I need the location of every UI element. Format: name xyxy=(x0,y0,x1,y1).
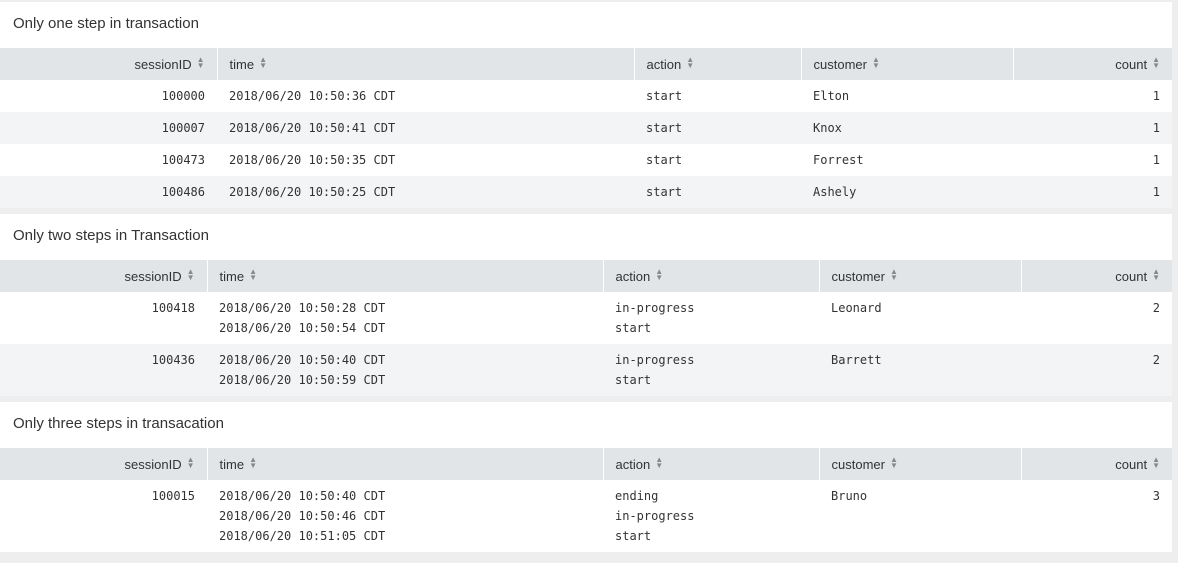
count-cell[interactable]: 2 xyxy=(1033,350,1160,370)
sort-icon[interactable]: ▲ ▼ xyxy=(197,55,205,69)
count-cell[interactable]: 2 xyxy=(1033,298,1160,318)
sessionid-cell[interactable]: 100473 xyxy=(12,150,205,170)
action-cell[interactable]: start xyxy=(615,370,807,390)
count-cell[interactable]: 3 xyxy=(1033,486,1160,506)
action-cell[interactable]: ending xyxy=(615,486,807,506)
sort-icon[interactable]: ▲ ▼ xyxy=(249,455,257,469)
customer-cell[interactable]: Ashely xyxy=(813,182,1001,202)
column-header-action[interactable]: action ▲ ▼ xyxy=(603,260,820,292)
column-header-count[interactable]: count ▲ ▼ xyxy=(1013,48,1172,80)
sessionid-cell[interactable]: 100418 xyxy=(12,298,195,318)
count-cell[interactable]: 1 xyxy=(1025,86,1160,106)
panel-one-step: Only one step in transaction sessionID ▲ ▼… xyxy=(0,2,1172,208)
time-cell[interactable]: 2018/06/20 10:50:25 CDT xyxy=(229,182,622,202)
customer-cell[interactable]: Elton xyxy=(813,86,1001,106)
column-header-action[interactable]: action ▲ ▼ xyxy=(603,448,820,480)
sort-icon[interactable]: ▲ ▼ xyxy=(890,267,898,281)
customer-cell[interactable]: Bruno xyxy=(831,486,1009,506)
action-cell[interactable]: in-progress xyxy=(615,350,807,370)
column-header-time[interactable]: time ▲ ▼ xyxy=(207,260,604,292)
time-cell[interactable]: 2018/06/20 10:50:54 CDT xyxy=(219,318,591,338)
sort-icon[interactable]: ▲ ▼ xyxy=(259,55,267,69)
action-cell[interactable]: start xyxy=(646,182,789,202)
customer-cell[interactable]: Leonard xyxy=(831,298,1009,318)
column-header-customer[interactable]: customer ▲ ▼ xyxy=(819,448,1022,480)
panel-title: Only three steps in transacation xyxy=(13,415,224,432)
time-cell[interactable]: 2018/06/20 10:50:41 CDT xyxy=(229,118,622,138)
customer-cell[interactable]: Knox xyxy=(813,118,1001,138)
results-table: sessionID ▲ ▼ time ▲ ▼ action ▲ ▼ customer ▲ ▼ c… xyxy=(0,260,1172,396)
sort-icon[interactable]: ▲ ▼ xyxy=(1152,267,1160,281)
results-table: sessionID ▲ ▼ time ▲ ▼ action ▲ ▼ customer ▲ ▼ c… xyxy=(0,448,1172,552)
count-cell[interactable]: 1 xyxy=(1025,150,1160,170)
sort-icon[interactable]: ▲ ▼ xyxy=(1152,55,1160,69)
column-header-time[interactable]: time ▲ ▼ xyxy=(207,448,604,480)
column-header-customer[interactable]: customer ▲ ▼ xyxy=(819,260,1022,292)
column-header-customer[interactable]: customer ▲ ▼ xyxy=(801,48,1014,80)
action-cell[interactable]: start xyxy=(646,86,789,106)
column-header-sessionid[interactable]: sessionID ▲ ▼ xyxy=(0,260,208,292)
count-cell[interactable]: 1 xyxy=(1025,118,1160,138)
sessionid-cell[interactable]: 100000 xyxy=(12,86,205,106)
results-table: sessionID ▲ ▼ time ▲ ▼ action ▲ ▼ customer ▲ ▼ c… xyxy=(0,48,1172,208)
table-row[interactable]: 100473 2018/06/20 10:50:35 CDT start For… xyxy=(0,144,1172,176)
sessionid-cell[interactable]: 100007 xyxy=(12,118,205,138)
time-cell[interactable]: 2018/06/20 10:50:46 CDT xyxy=(219,506,591,526)
time-cell[interactable]: 2018/06/20 10:50:36 CDT xyxy=(229,86,622,106)
count-cell[interactable]: 1 xyxy=(1025,182,1160,202)
table-row[interactable]: 100418 2018/06/20 10:50:28 CDT 2018/06/20… xyxy=(0,292,1172,344)
time-cell[interactable]: 2018/06/20 10:50:40 CDT xyxy=(219,486,591,506)
time-cell[interactable]: 2018/06/20 10:50:59 CDT xyxy=(219,370,591,390)
time-cell[interactable]: 2018/06/20 10:50:40 CDT xyxy=(219,350,591,370)
column-header-sessionid[interactable]: sessionID ▲ ▼ xyxy=(0,448,208,480)
table-row[interactable]: 100486 2018/06/20 10:50:25 CDT start Ash… xyxy=(0,176,1172,208)
sessionid-cell[interactable]: 100015 xyxy=(12,486,195,506)
column-header-sessionid[interactable]: sessionID ▲ ▼ xyxy=(0,48,218,80)
action-cell[interactable]: in-progress xyxy=(615,506,807,526)
column-header-action[interactable]: action ▲ ▼ xyxy=(634,48,802,80)
table-row[interactable]: 100436 2018/06/20 10:50:40 CDT 2018/06/20… xyxy=(0,344,1172,396)
column-header-count[interactable]: count ▲ ▼ xyxy=(1021,260,1172,292)
panel-title: Only two steps in Transaction xyxy=(13,227,209,244)
sort-icon[interactable]: ▲ ▼ xyxy=(655,267,663,281)
sort-icon[interactable]: ▲ ▼ xyxy=(655,455,663,469)
action-cell[interactable]: start xyxy=(615,318,807,338)
sort-icon[interactable]: ▲ ▼ xyxy=(890,455,898,469)
sort-icon[interactable]: ▲ ▼ xyxy=(187,267,195,281)
table-row[interactable]: 100015 2018/06/20 10:50:40 CDT 2018/06/20… xyxy=(0,480,1172,552)
sort-icon[interactable]: ▲ ▼ xyxy=(249,267,257,281)
sort-icon[interactable]: ▲ ▼ xyxy=(1152,455,1160,469)
column-header-count[interactable]: count ▲ ▼ xyxy=(1021,448,1172,480)
sessionid-cell[interactable]: 100436 xyxy=(12,350,195,370)
action-cell[interactable]: start xyxy=(615,526,807,546)
sort-icon[interactable]: ▲ ▼ xyxy=(872,55,880,69)
panel-three-steps: Only three steps in transacation session… xyxy=(0,402,1172,552)
table-row[interactable]: 100007 2018/06/20 10:50:41 CDT start Kno… xyxy=(0,112,1172,144)
time-cell[interactable]: 2018/06/20 10:51:05 CDT xyxy=(219,526,591,546)
time-cell[interactable]: 2018/06/20 10:50:28 CDT xyxy=(219,298,591,318)
panel-title: Only one step in transaction xyxy=(13,15,199,32)
time-cell[interactable]: 2018/06/20 10:50:35 CDT xyxy=(229,150,622,170)
sessionid-cell[interactable]: 100486 xyxy=(12,182,205,202)
table-row[interactable]: 100000 2018/06/20 10:50:36 CDT start Elt… xyxy=(0,80,1172,112)
action-cell[interactable]: start xyxy=(646,150,789,170)
panel-two-steps: Only two steps in Transaction sessionID ▲… xyxy=(0,214,1172,396)
sort-icon[interactable]: ▲ ▼ xyxy=(187,455,195,469)
customer-cell[interactable]: Barrett xyxy=(831,350,1009,370)
customer-cell[interactable]: Forrest xyxy=(813,150,1001,170)
sort-icon[interactable]: ▲ ▼ xyxy=(686,55,694,69)
column-header-time[interactable]: time ▲ ▼ xyxy=(217,48,635,80)
action-cell[interactable]: start xyxy=(646,118,789,138)
action-cell[interactable]: in-progress xyxy=(615,298,807,318)
